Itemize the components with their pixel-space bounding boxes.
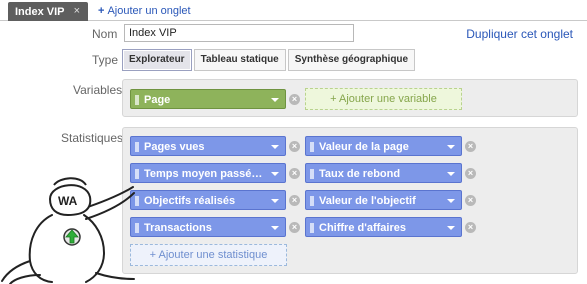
type-explorer-button[interactable]: Explorateur xyxy=(122,49,192,71)
chip-label: Page xyxy=(144,94,171,106)
add-variable-button[interactable]: + Ajouter une variable xyxy=(305,88,462,110)
plus-icon: + xyxy=(98,5,105,17)
remove-icon[interactable]: × xyxy=(465,141,476,152)
chip-label: Taux de rebond xyxy=(319,168,401,180)
metric-chip[interactable]: Objectifs réalisés xyxy=(130,190,286,210)
mascot-head: WA xyxy=(48,177,92,217)
chevron-down-icon[interactable] xyxy=(271,172,279,176)
mascot-illustration: WA xyxy=(1,177,135,284)
chip-label: Transactions xyxy=(144,222,212,234)
variable-chip-page[interactable]: Page xyxy=(130,89,286,109)
metric-chip[interactable]: Taux de rebond xyxy=(305,163,462,183)
metric-chip[interactable]: Valeur de la page xyxy=(305,136,462,156)
chip-label: Chiffre d'affaires xyxy=(319,222,406,234)
remove-icon[interactable]: × xyxy=(289,168,300,179)
remove-icon[interactable]: × xyxy=(289,94,300,105)
chevron-down-icon[interactable] xyxy=(447,145,455,149)
name-label: Nom xyxy=(92,27,118,41)
chevron-down-icon[interactable] xyxy=(447,172,455,176)
chevron-down-icon[interactable] xyxy=(271,199,279,203)
statistics-label: Statistiques xyxy=(61,131,124,145)
chip-label: Pages vues xyxy=(144,141,205,153)
remove-icon[interactable]: × xyxy=(465,168,476,179)
remove-icon[interactable]: × xyxy=(289,195,300,206)
remove-icon[interactable]: × xyxy=(289,222,300,233)
tab-bar: Index VIP × + Ajouter un onglet xyxy=(0,0,587,21)
close-icon[interactable]: × xyxy=(74,5,80,17)
metric-chip[interactable]: Temps moyen passé sur la page xyxy=(130,163,286,183)
type-geo-summary-button[interactable]: Synthèse géographique xyxy=(287,49,416,71)
mascot-emblem xyxy=(63,228,81,246)
tab-index-vip[interactable]: Index VIP × xyxy=(8,2,88,21)
type-selector: Explorateur Tableau statique Synthèse gé… xyxy=(122,49,417,71)
drag-handle-icon[interactable] xyxy=(310,169,314,179)
duplicate-tab-link[interactable]: Dupliquer cet onglet xyxy=(466,27,573,41)
tab-label: Index VIP xyxy=(15,6,65,18)
chevron-down-icon[interactable] xyxy=(447,226,455,230)
chip-label: Temps moyen passé sur la page xyxy=(144,168,263,180)
name-field[interactable] xyxy=(124,24,354,42)
remove-icon[interactable]: × xyxy=(289,141,300,152)
metric-chip[interactable]: Valeur de l'objectif xyxy=(305,190,462,210)
mascot-badge-text: WA xyxy=(58,194,78,208)
chevron-down-icon[interactable] xyxy=(271,98,279,102)
drag-handle-icon[interactable] xyxy=(310,142,314,152)
chevron-down-icon[interactable] xyxy=(447,199,455,203)
add-statistic-button[interactable]: + Ajouter une statistique xyxy=(130,244,287,266)
type-static-table-button[interactable]: Tableau statique xyxy=(193,49,286,71)
metric-chip[interactable]: Chiffre d'affaires xyxy=(305,217,462,237)
add-tab-link[interactable]: + Ajouter un onglet xyxy=(98,5,191,17)
drag-handle-icon[interactable] xyxy=(310,196,314,206)
chip-label: Valeur de l'objectif xyxy=(319,195,416,207)
chip-label: Objectifs réalisés xyxy=(144,195,236,207)
drag-handle-icon[interactable] xyxy=(135,142,139,152)
variables-label: Variables xyxy=(73,83,123,97)
metric-chip[interactable]: Transactions xyxy=(130,217,286,237)
chevron-down-icon[interactable] xyxy=(271,226,279,230)
type-label: Type xyxy=(92,53,119,67)
metric-chip[interactable]: Pages vues xyxy=(130,136,286,156)
add-tab-label: Ajouter un onglet xyxy=(107,5,191,17)
drag-handle-icon[interactable] xyxy=(310,223,314,233)
chevron-down-icon[interactable] xyxy=(271,145,279,149)
drag-handle-icon[interactable] xyxy=(135,95,139,105)
variables-panel: Page × + Ajouter une variable xyxy=(122,79,578,117)
remove-icon[interactable]: × xyxy=(465,222,476,233)
chip-label: Valeur de la page xyxy=(319,141,409,153)
remove-icon[interactable]: × xyxy=(465,195,476,206)
statistics-panel: Pages vues × Temps moyen passé sur la pa… xyxy=(122,127,578,274)
